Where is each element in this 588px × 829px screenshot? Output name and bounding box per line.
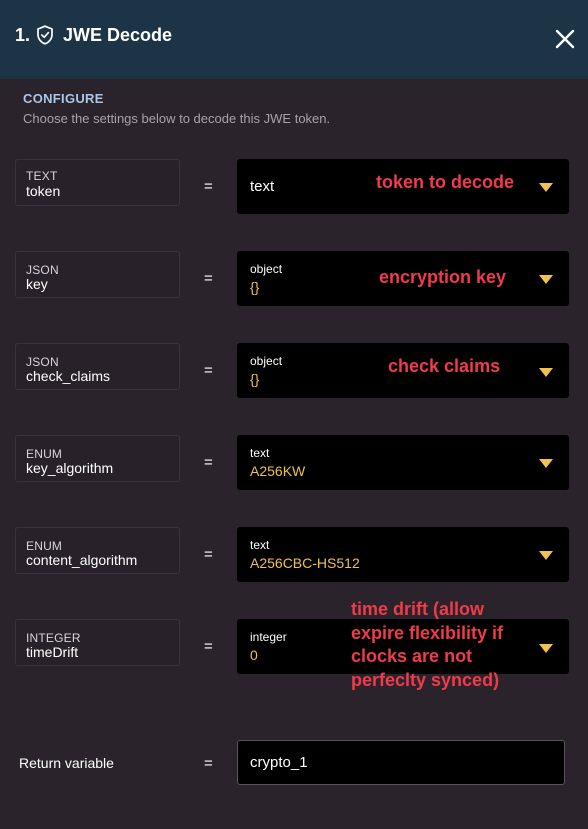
param-type: ENUM — [26, 447, 63, 461]
content-algorithm-value-select[interactable]: text A256CBC-HS512 — [237, 527, 569, 582]
configure-heading: CONFIGURE — [23, 91, 104, 106]
value-text: {} — [250, 371, 260, 387]
param-name: content_algorithm — [26, 552, 138, 568]
param-label-token: TEXT token — [15, 159, 180, 206]
equals-sign: = — [204, 755, 213, 772]
param-name: key_algorithm — [26, 460, 114, 476]
dialog-title: JWE Decode — [63, 25, 173, 45]
annotation-line: perfeclty synced) — [351, 669, 500, 690]
param-name: timeDrift — [26, 644, 79, 660]
param-type: JSON — [26, 355, 59, 369]
chevron-down-icon — [539, 459, 553, 468]
equals-sign: = — [204, 270, 213, 287]
equals-sign: = — [204, 362, 213, 379]
value-type: object — [250, 354, 283, 368]
return-variable-input[interactable] — [237, 740, 565, 785]
return-variable-label: Return variable — [19, 755, 114, 771]
annotation-token: token to decode — [376, 172, 515, 192]
param-type: TEXT — [26, 169, 58, 183]
value-type: text — [250, 446, 270, 460]
param-type: ENUM — [26, 539, 63, 553]
param-label-key-algorithm: ENUM key_algorithm — [15, 435, 180, 482]
shield-check-icon — [37, 25, 53, 45]
param-label-key: JSON key — [15, 251, 180, 298]
value-type: text — [250, 538, 270, 552]
annotation-time-drift: time drift (allow expire flexibility if … — [351, 598, 503, 692]
annotation-line: time drift (allow — [351, 599, 485, 619]
value-type: object — [250, 262, 283, 276]
param-type: JSON — [26, 263, 59, 277]
annotation-key: encryption key — [379, 267, 507, 287]
param-label-content-algorithm: ENUM content_algorithm — [15, 527, 180, 574]
param-name: check_claims — [26, 368, 111, 384]
param-label-time-drift: INTEGER timeDrift — [15, 619, 180, 666]
chevron-down-icon — [539, 551, 553, 560]
chevron-down-icon — [539, 183, 553, 192]
param-name: key — [26, 276, 48, 292]
param-type: INTEGER — [26, 631, 81, 645]
chevron-down-icon — [539, 644, 553, 653]
key-algorithm-value-select[interactable]: text A256KW — [237, 435, 569, 490]
annotation-check-claims: check claims — [388, 356, 501, 376]
value-text: A256KW — [250, 463, 306, 479]
equals-sign: = — [204, 178, 213, 195]
chevron-down-icon — [539, 275, 553, 284]
value-text: text — [250, 178, 275, 195]
annotation-line: expire flexibility if — [351, 622, 504, 643]
equals-sign: = — [204, 454, 213, 471]
step-number: 1. — [15, 25, 31, 45]
equals-sign: = — [204, 638, 213, 655]
annotation-line: clocks are not — [351, 646, 473, 666]
param-name: token — [26, 183, 61, 199]
value-text: A256CBC-HS512 — [250, 555, 360, 571]
value-type: integer — [250, 630, 287, 644]
chevron-down-icon — [539, 368, 553, 377]
value-text: 0 — [250, 647, 258, 663]
dialog-header: 1. JWE Decode — [0, 0, 588, 79]
close-icon[interactable] — [555, 29, 575, 49]
value-text: {} — [250, 279, 260, 295]
configure-description: Choose the settings below to decode this… — [23, 111, 331, 126]
equals-sign: = — [204, 546, 213, 563]
param-label-check-claims: JSON check_claims — [15, 343, 180, 390]
